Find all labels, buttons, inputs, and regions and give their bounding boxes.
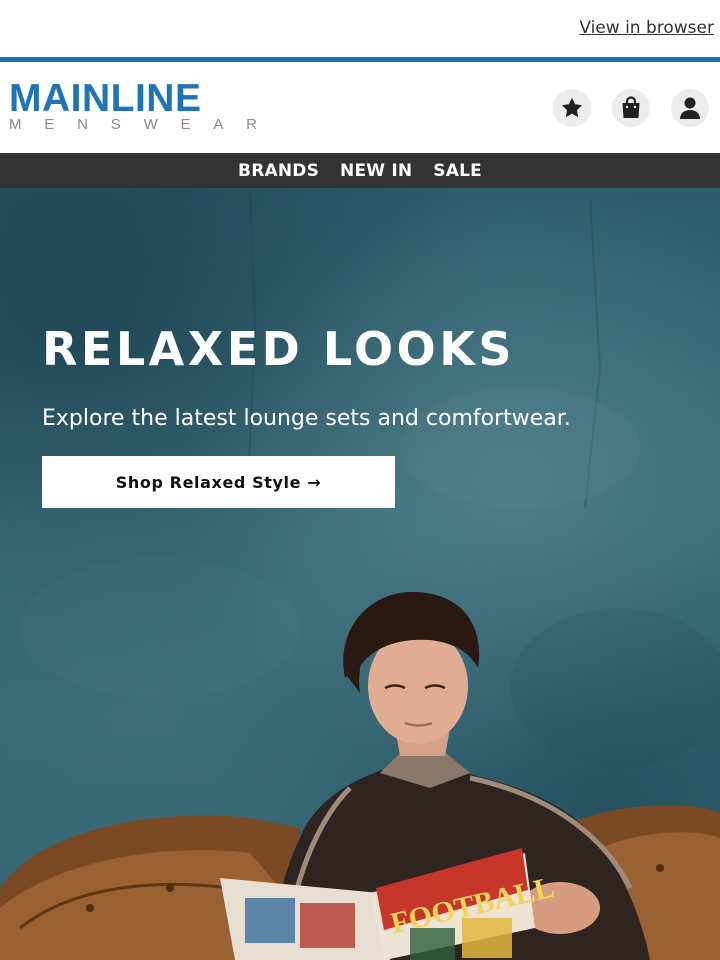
logo-tagline-letter: M [9, 116, 22, 133]
logo-tagline-letter: E [44, 116, 55, 133]
account-button[interactable] [671, 89, 709, 127]
view-in-browser-link[interactable]: View in browser [579, 18, 714, 38]
hero-title: RELAXED LOOKS [42, 322, 515, 376]
mainline-logo[interactable]: MAINLINE M E N S W E A R [9, 77, 259, 136]
shopping-bag-icon [622, 96, 640, 118]
logo-tagline-letter: W [143, 116, 158, 133]
email-page: View in browser MAINLINE M E N S W E A R [0, 0, 720, 960]
hero-subtitle: Explore the latest lounge sets and comfo… [42, 406, 571, 431]
user-icon [680, 97, 700, 119]
logo-tagline-letter: E [180, 116, 191, 133]
nav-item-brands[interactable]: BRANDS [238, 161, 319, 181]
logo-tagline: M E N S W E A R [9, 117, 257, 133]
header: MAINLINE M E N S W E A R [0, 62, 720, 153]
logo-tagline-letter: N [77, 116, 88, 133]
main-nav: BRANDS NEW IN SALE [0, 153, 720, 188]
shop-relaxed-style-button[interactable]: Shop Relaxed Style → [42, 456, 395, 508]
bag-button[interactable] [612, 89, 650, 127]
wishlist-button[interactable] [553, 89, 591, 127]
logo-tagline-letter: R [246, 116, 257, 133]
top-utility-bar: View in browser [0, 0, 720, 57]
logo-tagline-letter: A [213, 116, 224, 133]
logo-wordmark: MAINLINE [9, 77, 202, 120]
hero-banner[interactable]: FOOTBALL RELAXED LOOKS Explore the lates… [0, 188, 720, 960]
star-icon [561, 97, 583, 118]
logo-tagline-letter: S [110, 116, 121, 133]
nav-item-new-in[interactable]: NEW IN [340, 161, 412, 181]
hero-image: FOOTBALL [0, 188, 720, 960]
nav-item-sale[interactable]: SALE [433, 161, 482, 181]
header-icon-group [553, 89, 709, 127]
